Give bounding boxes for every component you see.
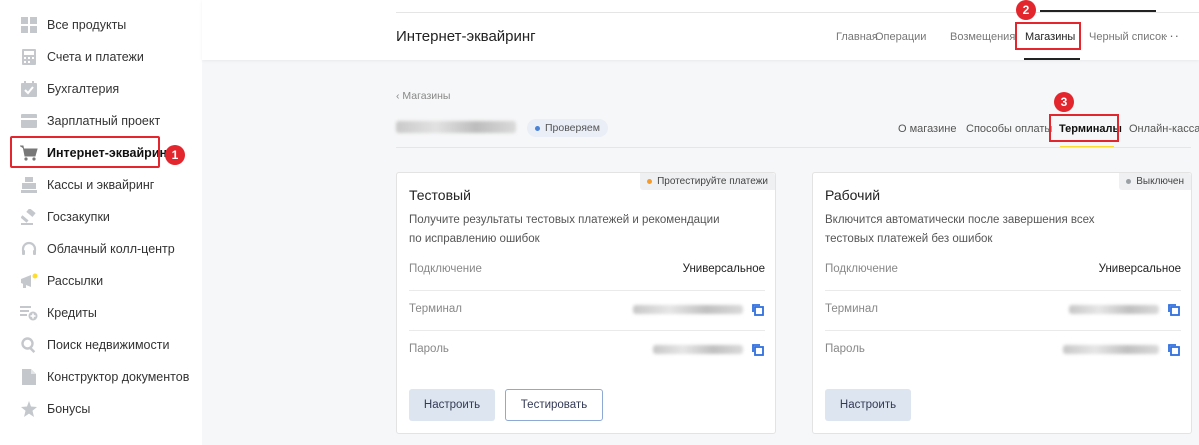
cash-register-icon — [20, 176, 38, 194]
step-highlight-box — [1049, 114, 1119, 142]
sidebar-item-label: Бухгалтерия — [47, 82, 120, 96]
test-button[interactable]: Тестировать — [505, 389, 603, 421]
header-divider — [396, 12, 1199, 13]
sidebar-item-label: Счета и платежи — [47, 50, 144, 64]
content-divider — [396, 147, 1191, 148]
password-label: Пароль — [825, 343, 865, 355]
status-label: Проверяем — [545, 122, 600, 134]
copy-icon[interactable] — [751, 343, 765, 357]
card-status-tag: Протестируйте платежи — [640, 173, 775, 190]
status-dot-icon — [647, 179, 653, 184]
card-description: Получите результаты тестовых платежей и … — [409, 214, 720, 245]
calendar-check-icon — [20, 80, 38, 98]
sidebar-item-salary[interactable]: Зарплатный проект — [0, 105, 202, 137]
terminal-value-redacted — [1069, 305, 1159, 314]
connection-row: Подключение Универсальное — [409, 251, 765, 291]
nav-refunds[interactable]: Возмещения — [950, 31, 1015, 43]
password-row: Пароль — [409, 331, 765, 371]
nav-main[interactable]: Главная — [836, 31, 878, 43]
tab-about-shop[interactable]: О магазине — [898, 123, 956, 135]
sidebar-item-label: Зарплатный проект — [47, 114, 161, 128]
sidebar: Все продукты Счета и платежи Бухгалтерия… — [0, 0, 202, 445]
sidebar-item-accounting[interactable]: Бухгалтерия — [0, 73, 202, 105]
sidebar-item-label: Рассылки — [47, 274, 104, 288]
sidebar-item-call-center[interactable]: Облачный колл-центр — [0, 233, 202, 265]
nav-active-underline — [1024, 58, 1080, 60]
password-row: Пароль — [825, 331, 1181, 371]
page-title: Интернет-эквайринг — [396, 28, 536, 45]
status-badge: Проверяем — [527, 119, 608, 137]
copy-icon[interactable] — [1167, 303, 1181, 317]
password-value-redacted — [653, 345, 743, 354]
card-description: Включится автоматически после завершения… — [825, 214, 1095, 245]
step-badge: 1 — [165, 145, 185, 165]
password-value-redacted — [1063, 345, 1159, 354]
sidebar-item-label: Кредиты — [47, 306, 97, 320]
card-tag-label: Выключен — [1136, 176, 1184, 187]
copy-icon[interactable] — [1167, 343, 1181, 357]
connection-row: Подключение Универсальное — [825, 251, 1181, 291]
grid-icon — [20, 16, 38, 34]
breadcrumb[interactable]: ‹ Магазины — [396, 90, 450, 102]
megaphone-icon — [20, 272, 38, 290]
tab-online-kassa[interactable]: Онлайн-касса — [1129, 123, 1199, 135]
nav-operations[interactable]: Операции — [875, 31, 926, 43]
sidebar-item-label: Все продукты — [47, 18, 127, 32]
step-highlight-box — [10, 136, 160, 168]
sidebar-item-label: Конструктор документов — [47, 370, 190, 384]
sidebar-item-label: Бонусы — [47, 402, 91, 416]
connection-label: Подключение — [409, 263, 482, 275]
sidebar-item-accounts[interactable]: Счета и платежи — [0, 41, 202, 73]
terminal-label: Терминал — [409, 303, 462, 315]
nav-blacklist[interactable]: Черный список — [1089, 31, 1166, 43]
decor-line — [1040, 10, 1156, 12]
connection-label: Подключение — [825, 263, 898, 275]
step-badge: 2 — [1016, 0, 1036, 20]
headset-icon — [20, 240, 38, 258]
card-status-tag: Выключен — [1119, 173, 1191, 190]
card-title: Рабочий — [825, 187, 881, 203]
terminal-row: Терминал — [825, 291, 1181, 331]
shop-name-redacted — [396, 121, 516, 133]
sidebar-item-procurement[interactable]: Госзакупки — [0, 201, 202, 233]
card-tag-label: Протестируйте платежи — [657, 176, 768, 187]
work-terminal-card: Выключен Рабочий Включится автоматически… — [812, 172, 1192, 434]
connection-value: Универсальное — [682, 263, 765, 275]
step-badge: 3 — [1054, 92, 1074, 112]
gavel-icon — [20, 208, 38, 226]
copy-icon[interactable] — [751, 303, 765, 317]
password-label: Пароль — [409, 343, 449, 355]
configure-button[interactable]: Настроить — [825, 389, 911, 421]
tab-payment-methods[interactable]: Способы оплаты — [966, 123, 1052, 135]
sidebar-item-label: Поиск недвижимости — [47, 338, 170, 352]
test-terminal-card: Протестируйте платежи Тестовый Получите … — [396, 172, 776, 434]
status-dot-icon — [1126, 179, 1132, 184]
sidebar-item-bonuses[interactable]: Бонусы — [0, 393, 202, 425]
sidebar-item-cash-registers[interactable]: Кассы и эквайринг — [0, 169, 202, 201]
sidebar-item-mailings[interactable]: Рассылки — [0, 265, 202, 297]
more-menu-button[interactable]: ··· — [1164, 28, 1180, 43]
document-icon — [20, 368, 38, 386]
credit-plus-icon — [20, 304, 38, 322]
configure-button[interactable]: Настроить — [409, 389, 495, 421]
terminal-label: Терминал — [825, 303, 878, 315]
status-dot-icon — [535, 125, 540, 131]
sidebar-item-label: Кассы и эквайринг — [47, 178, 155, 192]
sidebar-item-label: Облачный колл-центр — [47, 242, 175, 256]
search-icon — [20, 336, 38, 354]
calculator-icon — [20, 48, 38, 66]
star-icon — [20, 400, 38, 418]
terminal-value-redacted — [633, 305, 743, 314]
sidebar-item-credits[interactable]: Кредиты — [0, 297, 202, 329]
sidebar-item-real-estate-search[interactable]: Поиск недвижимости — [0, 329, 202, 361]
breadcrumb-label: Магазины — [402, 90, 451, 102]
connection-value: Универсальное — [1098, 263, 1181, 275]
card-title: Тестовый — [409, 187, 471, 203]
sidebar-item-all-products[interactable]: Все продукты — [0, 9, 202, 41]
sidebar-item-doc-constructor[interactable]: Конструктор документов — [0, 361, 202, 393]
step-highlight-box — [1015, 22, 1081, 50]
terminal-row: Терминал — [409, 291, 765, 331]
sidebar-item-label: Госзакупки — [47, 210, 110, 224]
wallet-icon — [20, 112, 38, 130]
